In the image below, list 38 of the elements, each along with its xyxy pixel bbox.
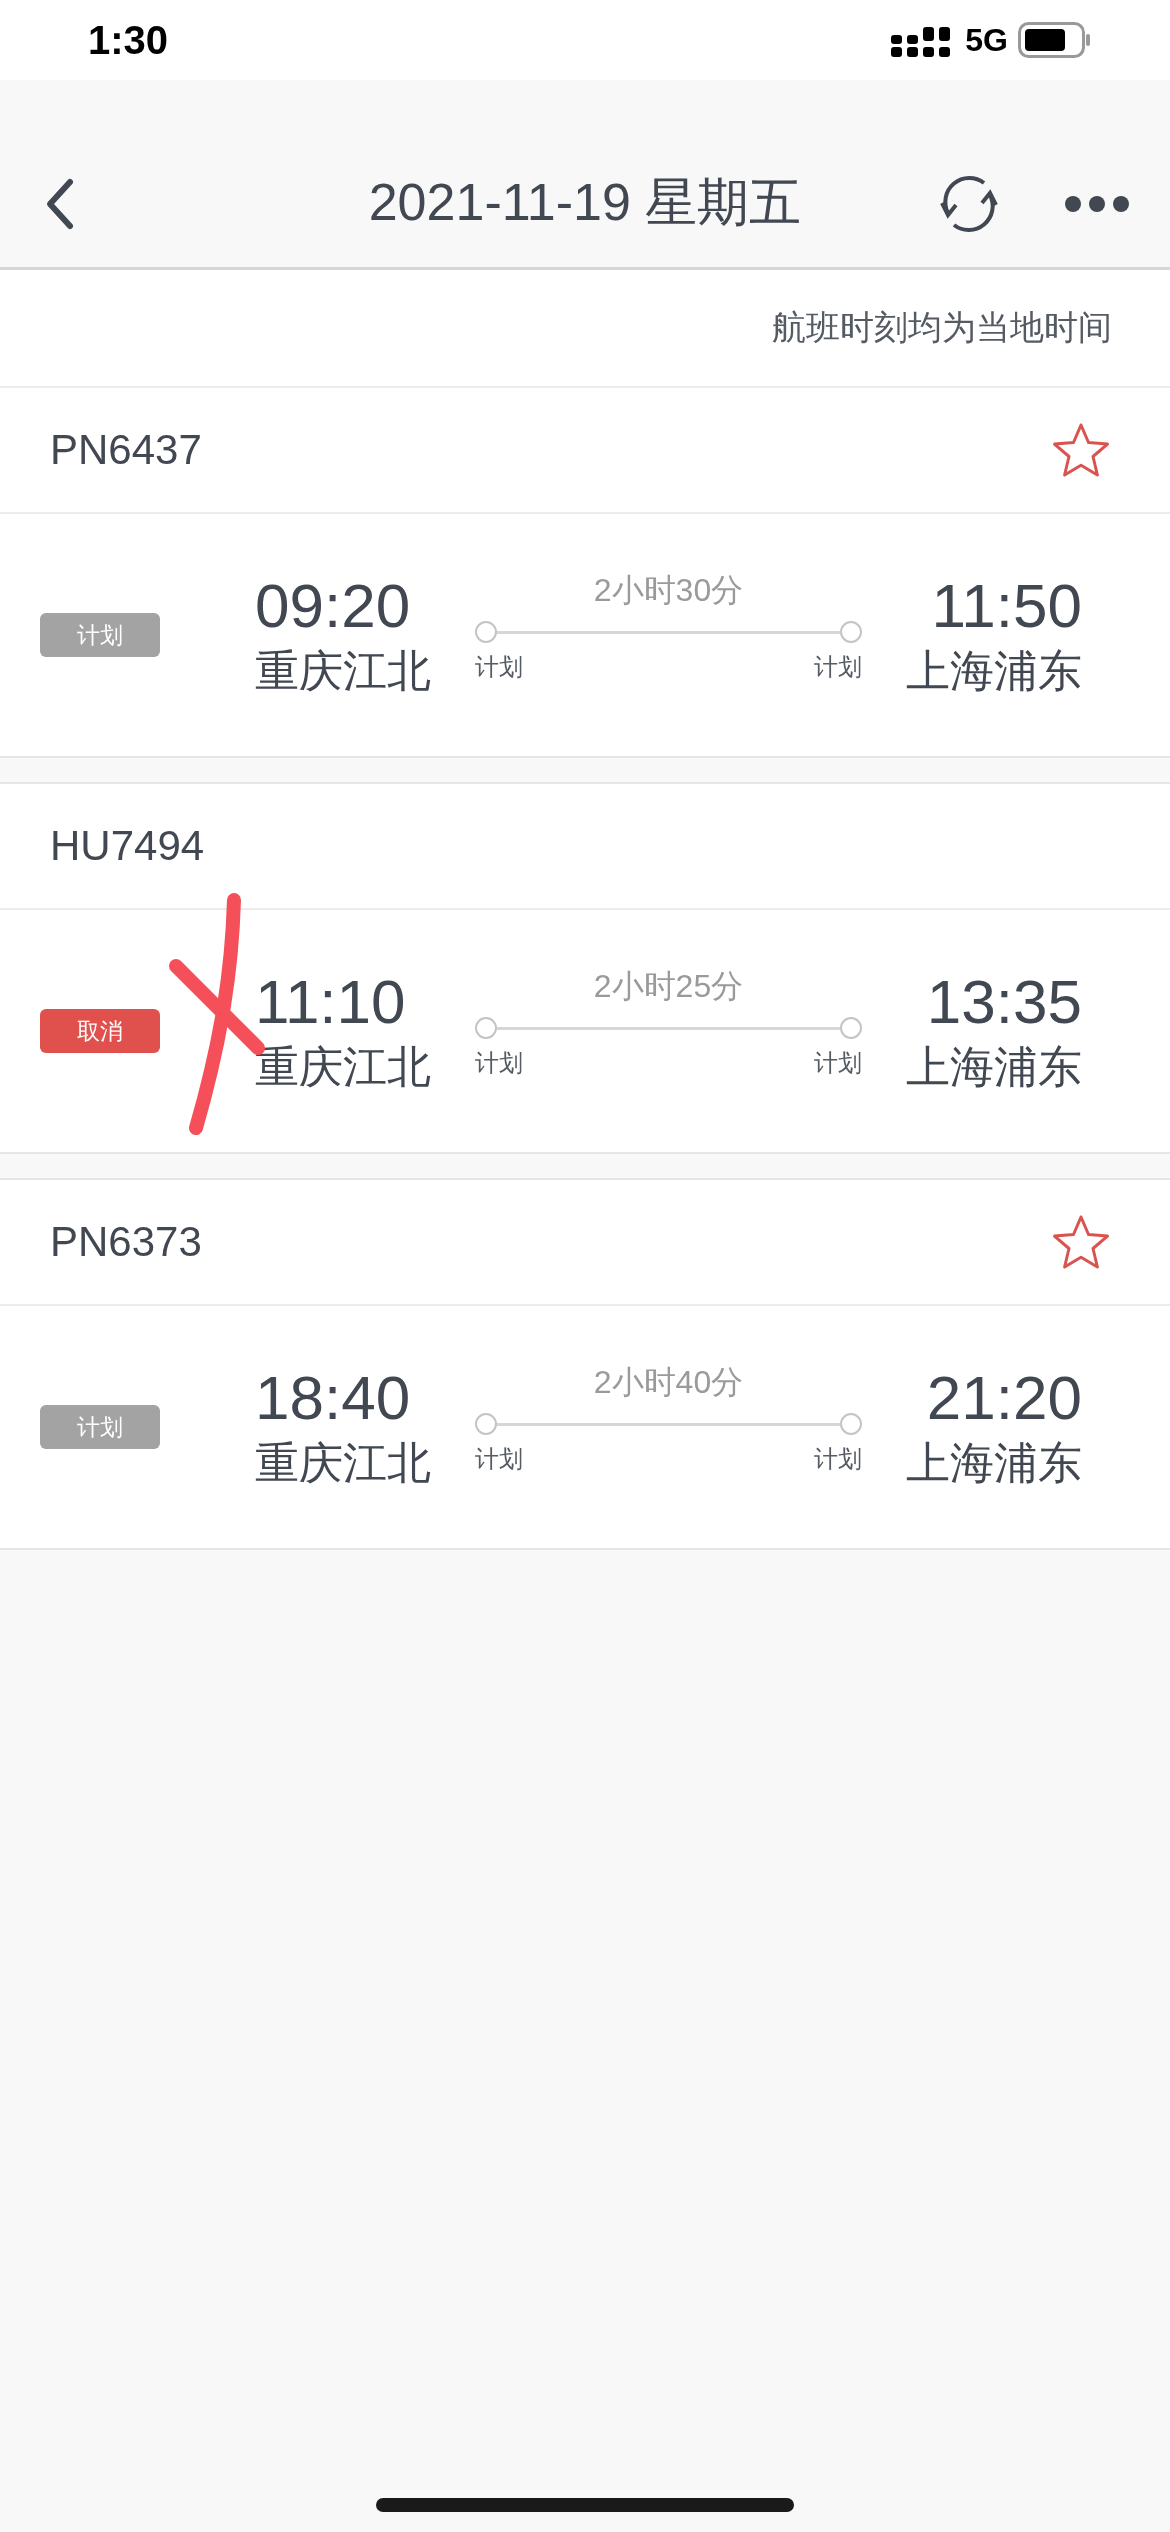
status-badge: 计划 bbox=[40, 1405, 160, 1449]
flight-card[interactable]: HU7494 取消 11:10 重庆江北 2小时25分 计划 计划 13:35 上海浦东 bbox=[0, 782, 1170, 1154]
flight-duration: 2小时30分 bbox=[593, 571, 744, 610]
star-icon[interactable] bbox=[1052, 1214, 1110, 1270]
network-label: 5G bbox=[965, 21, 1008, 59]
arrival-note: 计划 bbox=[814, 1444, 862, 1474]
flight-duration: 2小时25分 bbox=[593, 967, 744, 1006]
status-badge: 取消 bbox=[40, 1009, 160, 1053]
arrival-time: 11:50 bbox=[931, 574, 1082, 637]
more-button[interactable] bbox=[1064, 193, 1130, 214]
departure-airport: 重庆江北 bbox=[255, 1042, 431, 1092]
departure-note: 计划 bbox=[475, 1444, 523, 1474]
arrival-note: 计划 bbox=[814, 1048, 862, 1078]
flight-card[interactable]: PN6373 计划 18:40 重庆江北 2小时40分 计划 计划 21:20 上海浦东 bbox=[0, 1178, 1170, 1550]
flight-number: HU7494 bbox=[50, 822, 205, 870]
star-icon[interactable] bbox=[1052, 422, 1110, 478]
departure-note: 计划 bbox=[475, 652, 523, 682]
arrival-note: 计划 bbox=[814, 652, 862, 682]
arrival-airport: 上海浦东 bbox=[906, 1438, 1082, 1488]
status-badge: 计划 bbox=[40, 613, 160, 657]
flight-duration: 2小时40分 bbox=[593, 1363, 744, 1402]
battery-icon bbox=[1018, 22, 1092, 58]
status-time: 1:30 bbox=[88, 17, 169, 63]
arrival-airport: 上海浦东 bbox=[906, 1042, 1082, 1092]
arrival-airport: 上海浦东 bbox=[906, 646, 1082, 696]
date-title: 2021-11-19 星期五 bbox=[367, 172, 803, 233]
flight-number: PN6373 bbox=[50, 1218, 202, 1266]
arrival-time: 13:35 bbox=[926, 970, 1082, 1033]
departure-time: 09:20 bbox=[255, 574, 411, 637]
departure-time: 11:10 bbox=[255, 970, 406, 1033]
flight-card[interactable]: PN6437 计划 09:20 重庆江北 2小时30分 计划 计划 11:50 上海浦东 bbox=[0, 388, 1170, 758]
departure-note: 计划 bbox=[475, 1048, 523, 1078]
departure-time: 18:40 bbox=[255, 1366, 411, 1429]
departure-airport: 重庆江北 bbox=[255, 1438, 431, 1488]
notice-text: 航班时刻均为当地时间 bbox=[772, 307, 1112, 348]
departure-airport: 重庆江北 bbox=[255, 646, 431, 696]
arrival-time: 21:20 bbox=[926, 1366, 1082, 1429]
flight-number: PN6437 bbox=[50, 426, 202, 474]
